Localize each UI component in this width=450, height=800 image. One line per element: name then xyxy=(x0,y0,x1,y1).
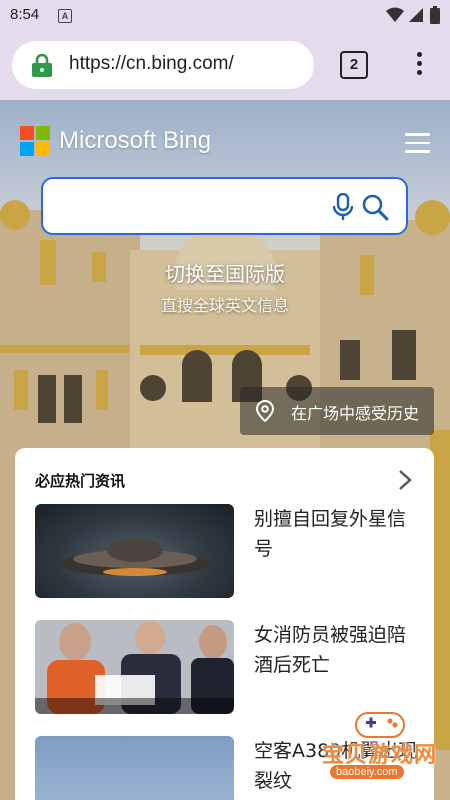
watermark: 宝贝游戏网 baobeiy.com xyxy=(322,705,444,795)
browser-toolbar: https://cn.bing.com/ 2 xyxy=(0,32,450,100)
menu-dot-icon xyxy=(416,61,422,66)
switch-international-link[interactable]: 切换至国际版 xyxy=(0,258,450,287)
news-item[interactable]: 别擅自回复外星信号 xyxy=(35,504,415,600)
menu-dot-icon xyxy=(416,52,422,57)
news-thumbnail xyxy=(35,504,234,598)
lock-icon[interactable] xyxy=(32,53,52,77)
battery-icon xyxy=(430,6,440,24)
chevron-right-icon[interactable] xyxy=(395,468,415,492)
search-box[interactable] xyxy=(41,177,408,235)
search-icon[interactable] xyxy=(362,194,389,221)
news-thumbnail xyxy=(35,736,234,800)
hamburger-menu-icon[interactable] xyxy=(405,133,430,159)
bing-logo-text: Microsoft Bing xyxy=(59,127,212,154)
bing-logo[interactable]: Microsoft Bing xyxy=(20,126,211,156)
image-location-chip[interactable]: 在广场中感受历史 xyxy=(240,387,434,435)
wifi-icon xyxy=(386,7,404,22)
ufo-image xyxy=(60,538,210,576)
gamepad-icon xyxy=(355,712,405,738)
location-pin-icon xyxy=(256,400,274,422)
firefighters-image xyxy=(35,620,234,714)
watermark-url: baobeiy.com xyxy=(330,765,404,779)
news-item[interactable]: 女消防员被强迫陪酒后死亡 xyxy=(35,620,415,716)
switch-international-subtitle: 直搜全球英文信息 xyxy=(160,296,289,315)
microsoft-logo-icon xyxy=(20,126,50,156)
status-bar: 8:54 A xyxy=(0,0,450,32)
address-bar[interactable]: https://cn.bing.com/ xyxy=(12,41,314,89)
menu-dot-icon xyxy=(416,70,422,75)
news-headline[interactable]: 女消防员被强迫陪酒后死亡 xyxy=(254,620,419,680)
news-headline[interactable]: 别擅自回复外星信号 xyxy=(254,504,419,564)
bing-homepage: Microsoft Bing 切换至国际版 直搜全球英文信息 在广场中感受历史 … xyxy=(0,100,450,800)
cellular-icon xyxy=(409,8,423,22)
location-text: 在广场中感受历史 xyxy=(291,404,420,423)
news-section-title[interactable]: 必应热门资讯 xyxy=(35,470,125,491)
browser-menu-button[interactable] xyxy=(412,52,426,80)
tab-switcher-button[interactable]: 2 xyxy=(340,51,368,79)
status-time: 8:54 xyxy=(10,6,40,23)
url-text[interactable]: https://cn.bing.com/ xyxy=(69,53,234,75)
notification-icon: A xyxy=(58,9,72,23)
microphone-icon[interactable] xyxy=(333,193,353,221)
news-thumbnail xyxy=(35,620,234,714)
